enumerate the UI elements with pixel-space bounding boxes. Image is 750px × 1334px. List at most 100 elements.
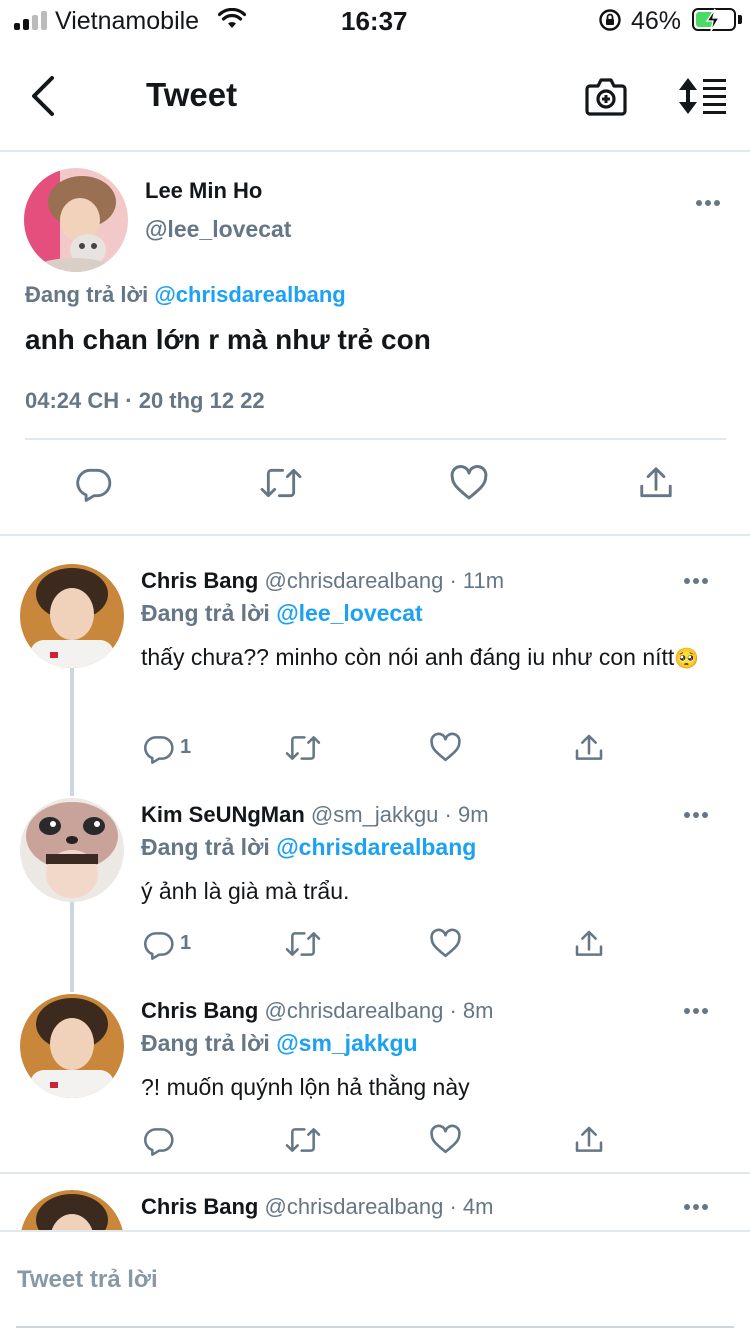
replying-to: Đang trả lời @lee_lovecat (141, 600, 423, 627)
reply-icon (144, 736, 174, 764)
status-bar: Vietnamobile 16:37 46% (0, 0, 750, 42)
orientation-lock-icon (598, 8, 622, 39)
clock: 16:37 (341, 6, 408, 36)
avatar[interactable] (24, 168, 128, 272)
retweet-button[interactable] (284, 732, 322, 769)
heart-icon (450, 465, 488, 500)
main-tweet: Lee Min Ho @lee_lovecat Đang trả lời @ch… (0, 152, 750, 536)
mention-link[interactable]: @chrisdarealbang (276, 834, 476, 860)
reply-input[interactable]: Tweet trả lời (17, 1266, 158, 1294)
more-options-icon[interactable] (684, 578, 710, 586)
input-underline (16, 1326, 734, 1328)
retweet-button[interactable] (284, 1124, 322, 1161)
tweet-text: ý ảnh là già mà trẩu. (141, 878, 350, 904)
like-button[interactable] (429, 928, 462, 964)
display-name[interactable]: Chris Bang (141, 568, 258, 593)
camera-plus-icon (585, 78, 627, 116)
reply-tweet: Kim SeUNgMan @sm_jakkgu · 9m Đang trả lờ… (0, 798, 750, 978)
tweet-actions: 1 (0, 732, 750, 768)
nav-bar: Tweet (0, 42, 750, 152)
display-name[interactable]: Lee Min Ho (145, 178, 262, 204)
retweet-icon (260, 468, 302, 498)
display-name[interactable]: Chris Bang (141, 998, 258, 1023)
avatar[interactable] (20, 564, 124, 668)
replying-prefix: Đang trả lời (141, 834, 270, 860)
like-button[interactable] (429, 1124, 462, 1160)
like-button[interactable] (429, 732, 462, 768)
back-button[interactable] (24, 72, 64, 120)
heart-icon (430, 1124, 461, 1154)
more-options-icon[interactable] (684, 1008, 710, 1016)
page-title: Tweet (146, 76, 238, 113)
reply-icon (144, 1128, 174, 1156)
replying-prefix: Đang trả lời (141, 600, 270, 626)
pleading-face-emoji: 🥺 (674, 648, 700, 670)
tweet-actions: 1 (0, 928, 750, 964)
more-options-icon[interactable] (684, 1204, 710, 1212)
reply-button[interactable] (75, 464, 113, 507)
replying-to: Đang trả lời @chrisdarealbang (25, 282, 346, 308)
like-button[interactable] (449, 464, 489, 507)
user-handle: @lee_lovecat (145, 216, 292, 242)
divider (25, 438, 726, 440)
reply-button[interactable] (143, 928, 175, 965)
share-button[interactable] (573, 928, 605, 965)
signal-strength-icon (14, 10, 48, 30)
divider (0, 1172, 750, 1174)
retweet-icon (285, 1128, 321, 1152)
reply-count: 1 (180, 736, 192, 758)
avatar[interactable] (20, 994, 124, 1098)
mention-link[interactable]: @sm_jakkgu (276, 1030, 417, 1056)
reply-icon (144, 932, 174, 960)
display-name[interactable]: Chris Bang (141, 1194, 258, 1219)
reply-count: 1 (180, 932, 192, 954)
replying-to: Đang trả lời @sm_jakkgu (141, 1030, 418, 1057)
tweet-timestamp: 04:24 CH · 20 thg 12 22 (25, 388, 265, 413)
reply-icon (76, 468, 112, 502)
heart-icon (430, 732, 461, 762)
more-options-icon[interactable] (684, 812, 710, 820)
retweet-button[interactable] (258, 464, 304, 507)
mention-link[interactable]: @chrisdarealbang (154, 282, 345, 307)
sort-button[interactable] (676, 76, 728, 121)
reply-header: Chris Bang @chrisdarealbang · 4m (141, 1194, 493, 1220)
mention-link[interactable]: @lee_lovecat (276, 600, 422, 626)
tweet-text: ?! muốn quýnh lộn hả thằng này (141, 1074, 470, 1100)
tweet-actions (0, 1124, 750, 1160)
user-handle: @sm_jakkgu · 9m (310, 802, 489, 827)
more-options-icon[interactable] (696, 200, 722, 208)
reply-button[interactable] (143, 732, 175, 769)
battery-percent: 46% (631, 7, 682, 35)
avatar[interactable] (20, 798, 124, 902)
share-icon (640, 467, 672, 498)
reply-tweet: Chris Bang @chrisdarealbang · 4m (0, 1190, 750, 1230)
tweet-actions (0, 464, 750, 508)
heart-icon (430, 928, 461, 958)
chevron-left-icon (32, 76, 54, 116)
camera-button[interactable] (584, 74, 628, 123)
reply-tweet: Chris Bang @chrisdarealbang · 11m Đang t… (0, 564, 750, 784)
reply-tweet: Chris Bang @chrisdarealbang · 8m Đang tr… (0, 994, 750, 1174)
reply-header: Chris Bang @chrisdarealbang · 8m (141, 998, 493, 1024)
battery-icon (692, 8, 736, 32)
tweet-text: anh chan lớn r mà như trẻ con (25, 324, 431, 355)
reply-header: Kim SeUNgMan @sm_jakkgu · 9m (141, 802, 489, 828)
share-button[interactable] (573, 732, 605, 769)
share-button[interactable] (637, 464, 675, 507)
reply-compose-bar: Tweet trả lời (0, 1230, 750, 1334)
replying-prefix: Đang trả lời (25, 282, 149, 307)
battery-tip (738, 15, 742, 24)
retweet-icon (285, 736, 321, 760)
sort-icon (679, 78, 726, 114)
tweet-text: thấy chưa?? minho còn nói anh đáng iu nh… (141, 640, 701, 676)
retweet-icon (285, 932, 321, 956)
reply-button[interactable] (143, 1124, 175, 1161)
share-icon (575, 734, 603, 760)
replying-to: Đang trả lời @chrisdarealbang (141, 834, 476, 861)
avatar[interactable] (20, 1190, 124, 1230)
display-name[interactable]: Kim SeUNgMan (141, 802, 305, 827)
tweet-text-body: thấy chưa?? minho còn nói anh đáng iu nh… (141, 644, 675, 670)
carrier-name: Vietnamobile (55, 7, 200, 35)
share-button[interactable] (573, 1124, 605, 1161)
retweet-button[interactable] (284, 928, 322, 965)
